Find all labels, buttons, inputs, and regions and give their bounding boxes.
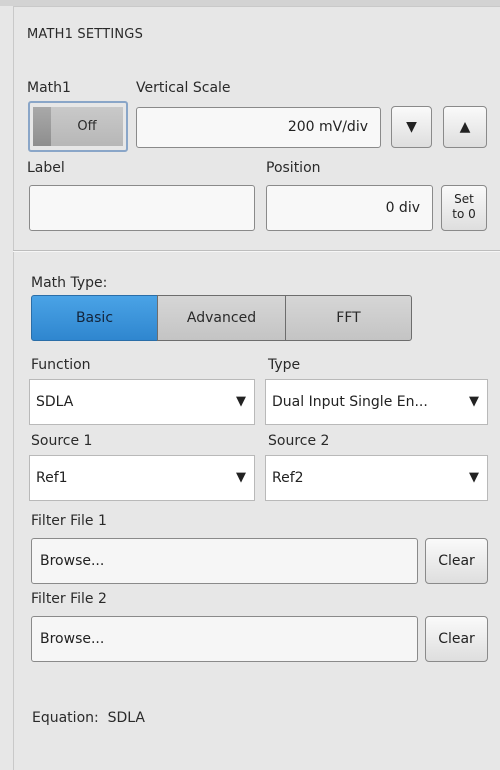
function-select[interactable]: SDLA ▼ (29, 379, 255, 425)
scale-down-button[interactable]: ▼ (391, 106, 432, 148)
label-field-label: Label (27, 160, 65, 176)
math1-toggle[interactable]: Off (28, 101, 128, 152)
panel-title: MATH1 SETTINGS (27, 27, 144, 42)
scale-up-button[interactable]: ▲ (443, 106, 487, 148)
math-type-label: Math Type: (31, 275, 108, 291)
equation-prefix: Equation: (32, 710, 99, 726)
source1-select[interactable]: Ref1 ▼ (29, 455, 255, 501)
label-input[interactable] (29, 185, 255, 231)
arrow-down-icon: ▼ (406, 119, 417, 135)
dropdown-arrow-icon: ▼ (469, 394, 479, 409)
panel-left-border (13, 6, 14, 770)
math-type-advanced[interactable]: Advanced (157, 295, 286, 341)
type-label: Type (268, 357, 301, 373)
source2-label: Source 2 (268, 433, 330, 449)
function-value: SDLA (36, 394, 74, 410)
dropdown-arrow-icon: ▼ (236, 394, 246, 409)
math-type-fft[interactable]: FFT (285, 295, 412, 341)
dropdown-arrow-icon: ▼ (469, 470, 479, 485)
filter-file1-clear-button[interactable]: Clear (425, 538, 488, 584)
source2-value: Ref2 (272, 470, 304, 486)
type-select[interactable]: Dual Input Single En... ▼ (265, 379, 488, 425)
position-label: Position (266, 160, 321, 176)
math1-label: Math1 (27, 80, 71, 96)
vertical-scale-field[interactable]: 200 mV/div (136, 107, 381, 148)
filter-file2-label: Filter File 2 (31, 591, 107, 607)
math-type-basic[interactable]: Basic (31, 295, 158, 341)
source2-select[interactable]: Ref2 ▼ (265, 455, 488, 501)
set-to-zero-button[interactable]: Set to 0 (441, 185, 487, 231)
filter-file2-clear-button[interactable]: Clear (425, 616, 488, 662)
function-label: Function (31, 357, 91, 373)
section-divider-highlight (13, 251, 500, 252)
toggle-state-label: Off (51, 107, 123, 146)
type-value: Dual Input Single En... (272, 394, 428, 410)
equation-value: SDLA (107, 710, 145, 726)
vertical-scale-label: Vertical Scale (136, 80, 231, 96)
toggle-knob (33, 107, 52, 146)
dropdown-arrow-icon: ▼ (236, 470, 246, 485)
equation-label: Equation: SDLA (32, 710, 145, 726)
arrow-up-icon: ▲ (459, 119, 471, 135)
filter-file2-browse[interactable]: Browse... (31, 616, 418, 662)
filter-file1-browse[interactable]: Browse... (31, 538, 418, 584)
set-to-zero-line1: Set (454, 192, 474, 206)
position-field[interactable]: 0 div (266, 185, 433, 231)
set-to-zero-line2: to 0 (452, 207, 476, 221)
panel-top-border (13, 6, 500, 7)
source1-value: Ref1 (36, 470, 68, 486)
filter-file1-label: Filter File 1 (31, 513, 107, 529)
source1-label: Source 1 (31, 433, 93, 449)
